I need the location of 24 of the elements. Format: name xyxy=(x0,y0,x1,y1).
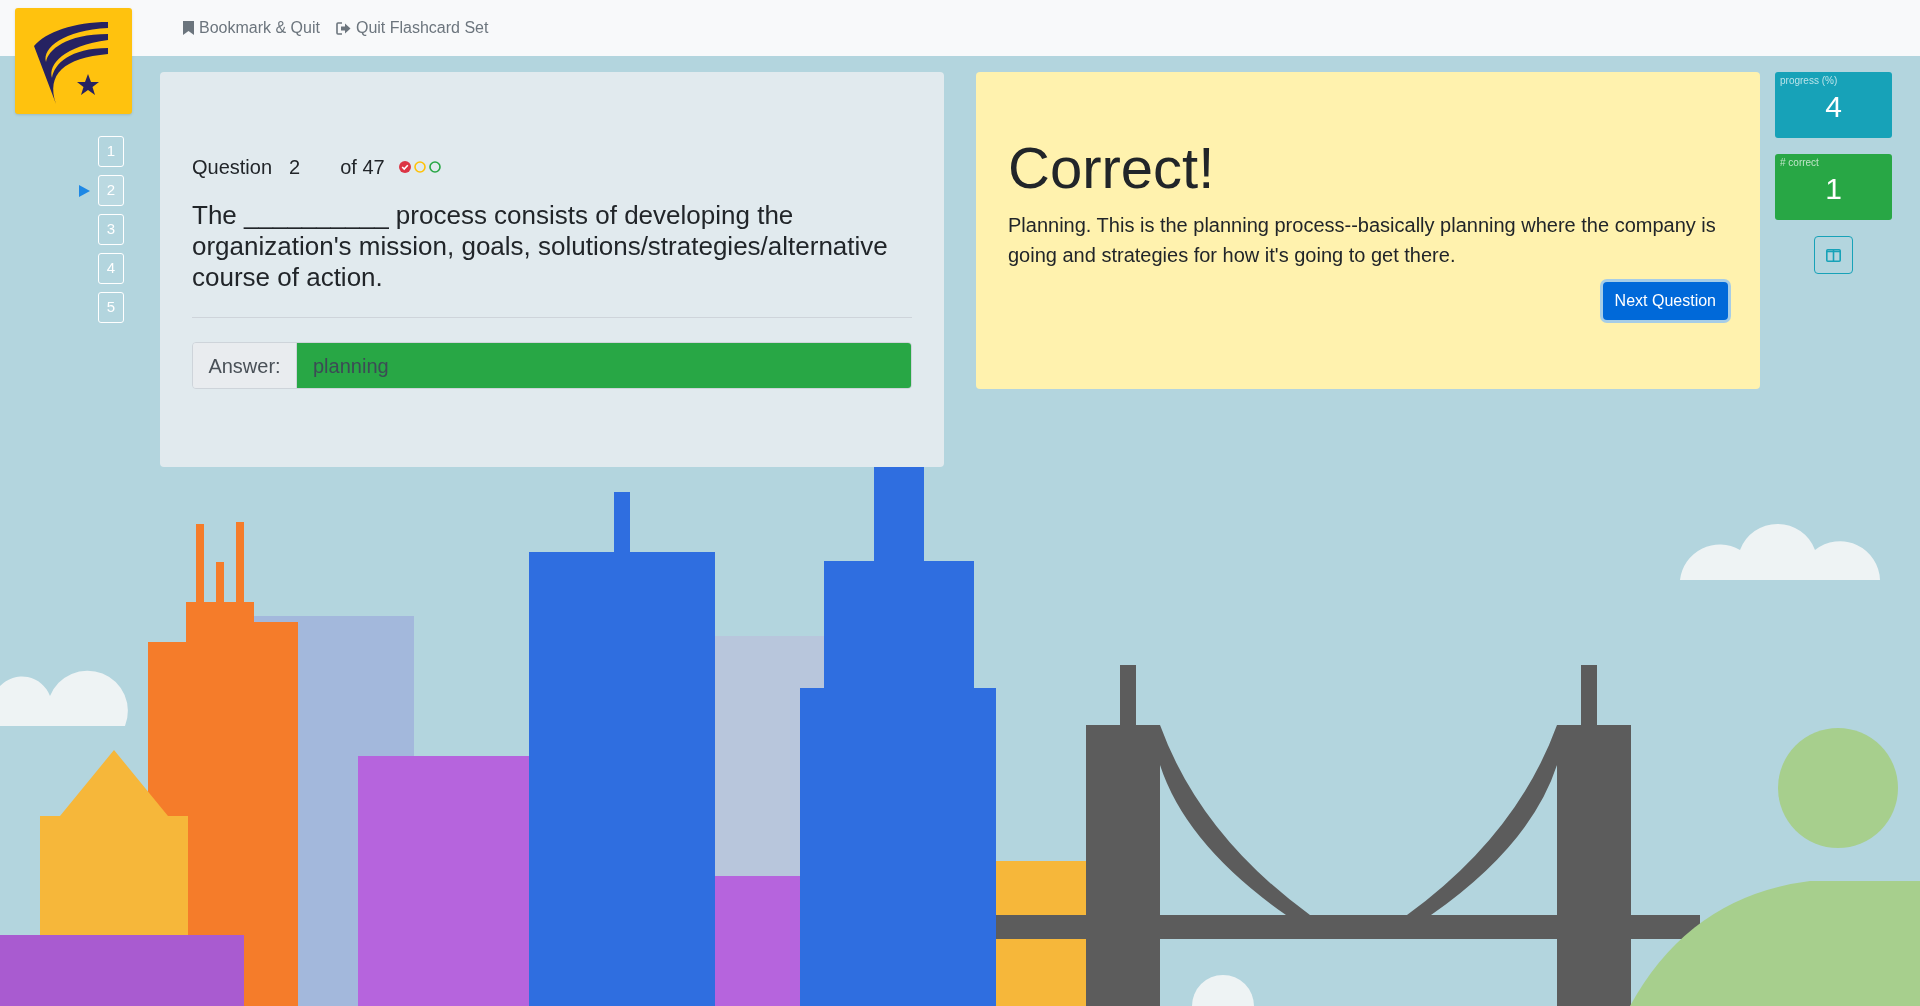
bookmark-icon xyxy=(183,21,194,35)
feedback-explanation: Planning. This is the planning process--basically planning where the company is going and strategies for how it's going to get there. xyxy=(1008,213,1717,268)
feedback-title: Correct! xyxy=(1008,136,1216,200)
stat-value: 4 xyxy=(1825,88,1842,125)
question-number-button[interactable]: 2 xyxy=(98,175,124,206)
question-number-button[interactable]: 4 xyxy=(98,253,124,284)
question-number: 2 xyxy=(289,155,301,180)
answer-label: Answer: xyxy=(193,343,297,388)
nav-link[interactable]: Quit Flashcard Set xyxy=(335,16,489,40)
question-text: The __________ process consists of developing the organization's mission, goals, solutions/strategies/alternative course of action. xyxy=(192,200,889,293)
columns-icon xyxy=(1826,248,1841,262)
next-question-button[interactable]: Next Question xyxy=(1602,282,1728,320)
question-number-button[interactable]: 3 xyxy=(98,214,124,245)
stat-value: 1 xyxy=(1825,170,1842,207)
stat-label: # correct xyxy=(1780,156,1819,170)
logo[interactable] xyxy=(15,8,132,114)
stat-label: progress (%) xyxy=(1780,74,1838,88)
answer-field[interactable]: Answer: planning xyxy=(192,342,912,389)
exit-icon xyxy=(335,21,351,35)
question-total: of 47 xyxy=(340,155,385,180)
question-number-button[interactable]: 5 xyxy=(98,292,124,323)
question-number-button[interactable]: 1 xyxy=(98,136,124,167)
nav-link[interactable]: Bookmark & Quit xyxy=(183,16,320,40)
question-label: Question xyxy=(192,155,273,180)
